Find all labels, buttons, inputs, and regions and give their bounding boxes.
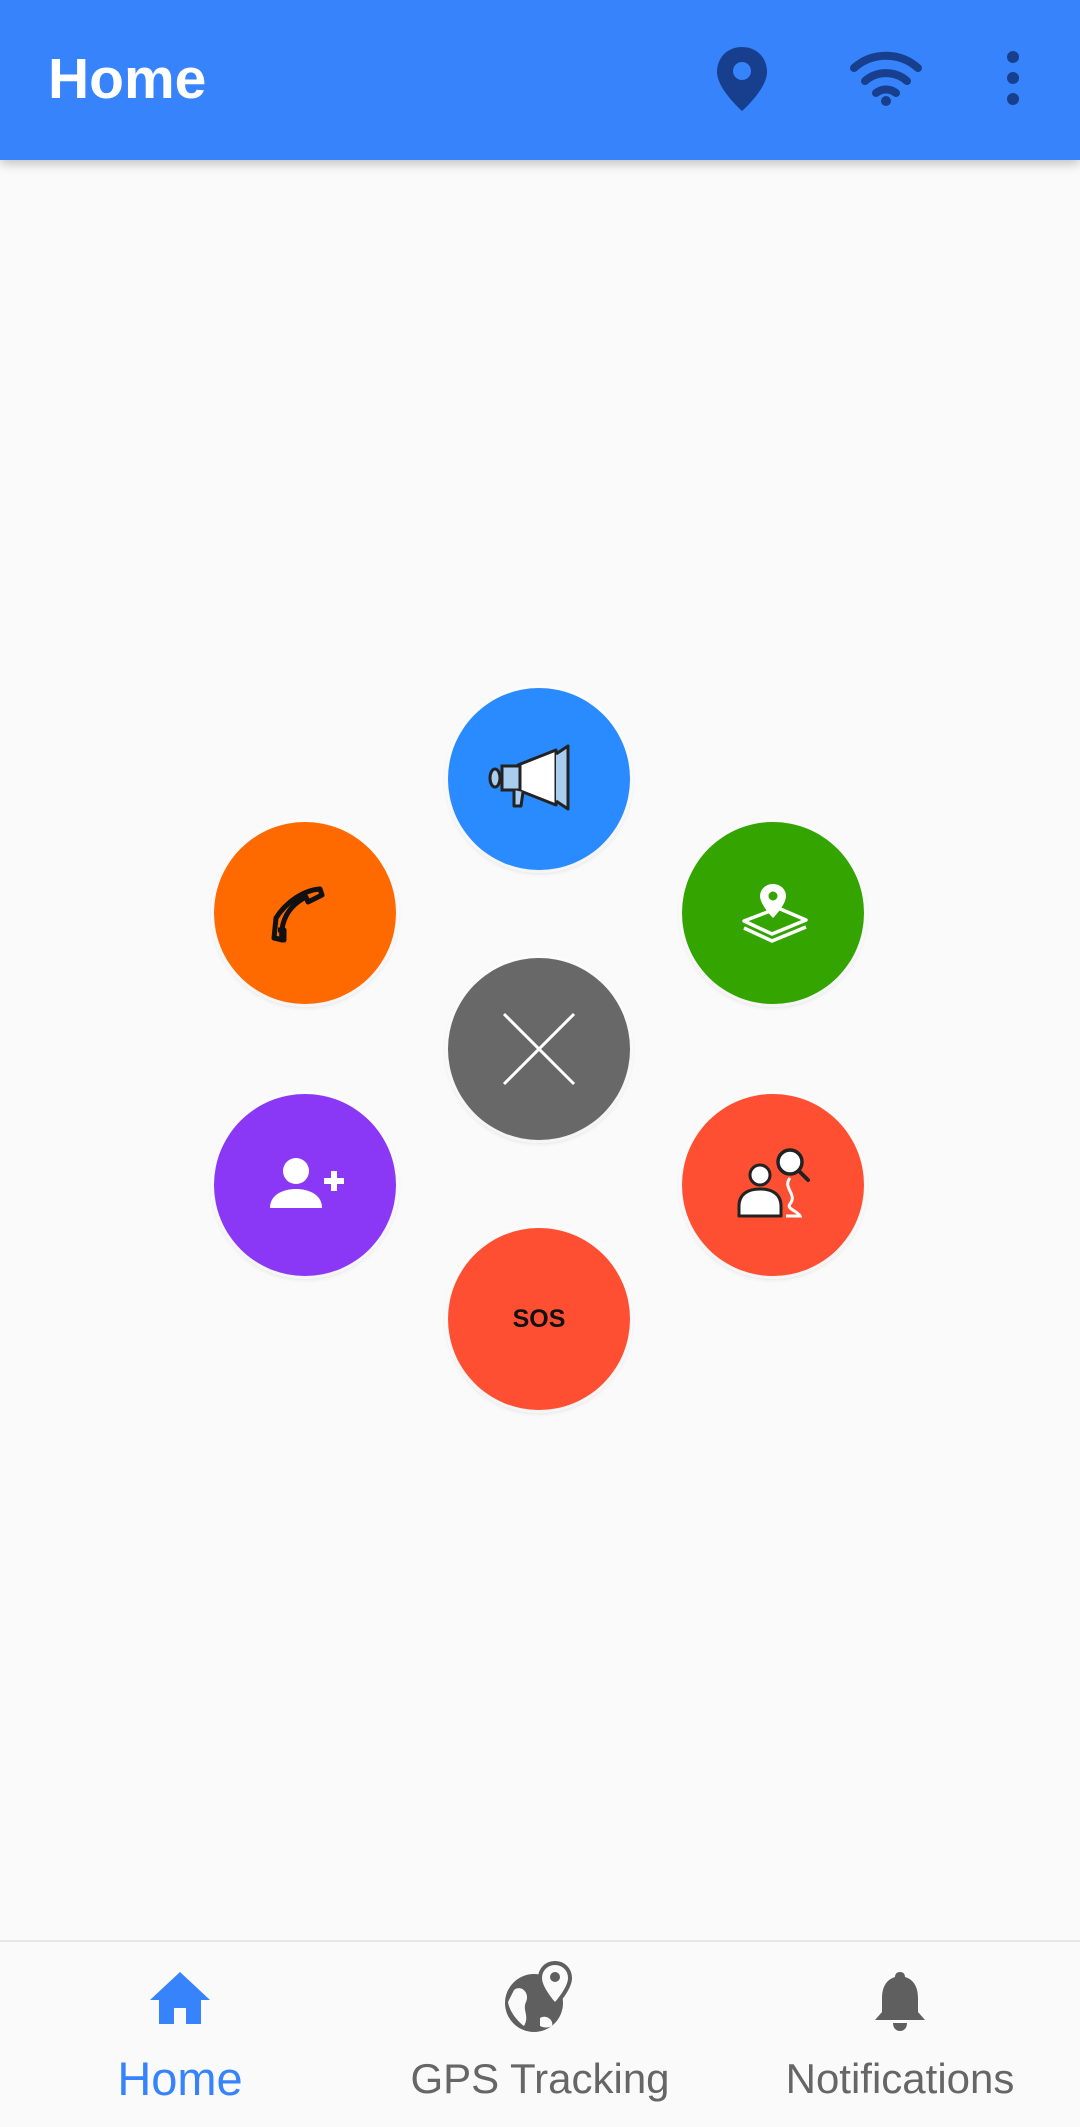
map-pin-icon [742, 884, 808, 943]
nav-item-gps-tracking[interactable]: GPS Tracking [360, 1942, 720, 2127]
close-icon [502, 1012, 576, 1086]
nav-item-notifications[interactable]: Notifications [720, 1942, 1080, 2127]
location-share-button[interactable] [682, 822, 864, 1004]
sos-label: SOS [513, 1305, 566, 1333]
nav-label-home: Home [117, 2052, 243, 2105]
phone-icon [271, 886, 325, 943]
wifi-icon[interactable] [850, 50, 922, 106]
announcement-button[interactable] [448, 688, 630, 870]
more-vert-icon[interactable] [996, 50, 1030, 106]
nav-label-gps-tracking: GPS Tracking [410, 2055, 670, 2102]
app-bar: Home [0, 0, 1080, 160]
person-search-icon [737, 1148, 810, 1218]
person-add-icon [270, 1158, 344, 1208]
globe-pin-icon [505, 1960, 573, 2032]
bell-icon [875, 1972, 925, 2031]
page-title: Home [48, 47, 207, 111]
nav-label-notifications: Notifications [785, 2055, 1015, 2102]
megaphone-icon [488, 744, 570, 811]
close-menu-button[interactable] [448, 958, 630, 1140]
location-pin-icon[interactable] [712, 44, 772, 114]
bottom-navigation: Home GPS Tracking Notifications [0, 1940, 1080, 2127]
home-icon [150, 1972, 210, 2024]
track-person-button[interactable] [682, 1094, 864, 1276]
nav-item-home[interactable]: Home [0, 1942, 360, 2127]
sos-icon: SOS [513, 1305, 566, 1333]
call-button[interactable] [214, 822, 396, 1004]
sos-button[interactable]: SOS [448, 1228, 630, 1410]
add-contact-button[interactable] [214, 1094, 396, 1276]
